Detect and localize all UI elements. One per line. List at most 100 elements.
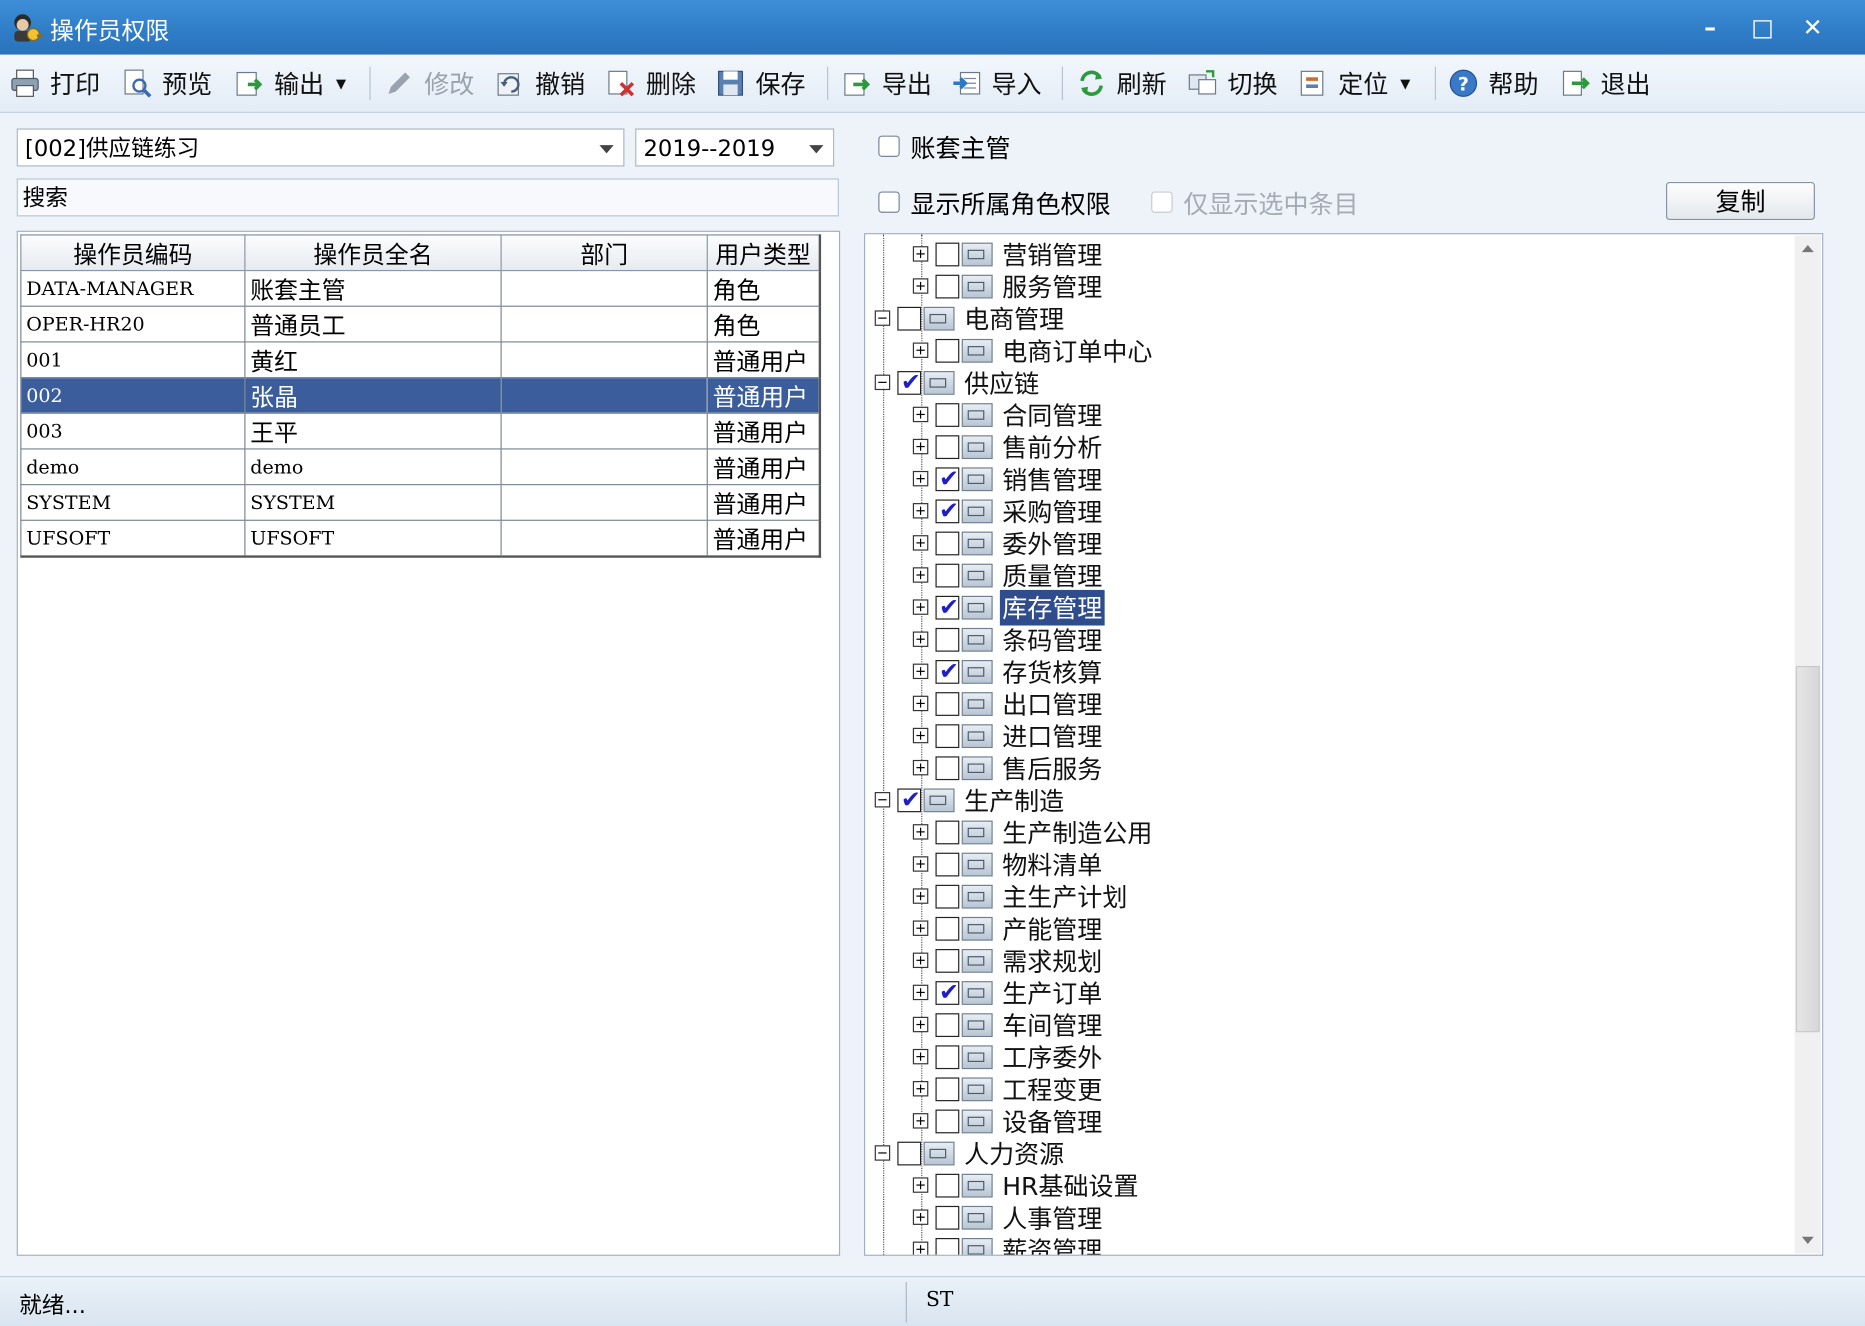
- table-row[interactable]: demo demo 普通用户: [20, 448, 821, 486]
- table-row[interactable]: OPER-HR20 普通员工 角色: [20, 305, 821, 343]
- tree-node-label[interactable]: 生产制造公用: [1000, 814, 1155, 850]
- exit-button[interactable]: 退出: [1560, 64, 1650, 102]
- tree-node-label[interactable]: 生产制造: [962, 782, 1067, 818]
- expand-toggle-icon[interactable]: [912, 1081, 929, 1097]
- tree-node-label[interactable]: 需求规划: [1000, 942, 1105, 978]
- tree-node[interactable]: 需求规划: [912, 942, 1105, 978]
- tree-node-checkbox[interactable]: [935, 1237, 960, 1255]
- tree-node-label[interactable]: HR基础设置: [1000, 1167, 1141, 1203]
- tree-node[interactable]: 服务管理: [912, 270, 1105, 302]
- scroll-down-arrow-icon[interactable]: [1801, 1236, 1814, 1244]
- table-row[interactable]: DATA-MANAGER 账套主管 角色: [20, 269, 821, 307]
- show-role-permissions-checkbox[interactable]: [878, 191, 900, 213]
- tree-node-label[interactable]: 物料清单: [1000, 846, 1105, 882]
- expand-toggle-icon[interactable]: [912, 438, 929, 455]
- tree-node-checkbox[interactable]: [897, 306, 922, 331]
- tree-node-label[interactable]: 存货核算: [1000, 653, 1105, 689]
- tree-node[interactable]: ✔ 销售管理: [912, 463, 1105, 495]
- tree-node-checkbox[interactable]: ✔: [935, 497, 960, 523]
- column-header-code[interactable]: 操作员编码: [20, 234, 246, 272]
- output-dropdown-arrow-icon[interactable]: ▼: [336, 76, 346, 91]
- expand-toggle-icon[interactable]: [912, 1209, 929, 1225]
- save-button[interactable]: 保存: [715, 64, 806, 102]
- tree-node[interactable]: 人事管理: [912, 1199, 1105, 1235]
- tree-node-label[interactable]: 车间管理: [1000, 1007, 1105, 1043]
- tree-node-label[interactable]: 产能管理: [1000, 910, 1105, 946]
- collapse-toggle-icon[interactable]: [874, 792, 891, 808]
- tree-node-checkbox[interactable]: [935, 948, 960, 973]
- tree-node-label[interactable]: 设备管理: [1000, 1103, 1105, 1139]
- tree-node-checkbox[interactable]: [935, 402, 960, 427]
- tree-node[interactable]: 工序委外: [912, 1041, 1105, 1073]
- tree-node[interactable]: 营销管理: [912, 238, 1105, 270]
- tree-node-checkbox[interactable]: [935, 530, 960, 555]
- print-button[interactable]: 打印: [10, 64, 100, 102]
- tree-node-checkbox[interactable]: [935, 723, 960, 748]
- export-button[interactable]: 导出: [841, 64, 932, 102]
- minimize-button[interactable]: –: [1695, 12, 1726, 43]
- tree-node[interactable]: 进口管理: [912, 719, 1105, 751]
- collapse-toggle-icon[interactable]: [874, 374, 891, 391]
- tree-node-checkbox[interactable]: [935, 884, 960, 908]
- expand-toggle-icon[interactable]: [912, 631, 929, 647]
- tree-node-checkbox[interactable]: [935, 691, 960, 716]
- tree-node-label[interactable]: 条码管理: [1000, 621, 1105, 657]
- tree-node[interactable]: 电商订单中心: [912, 334, 1155, 366]
- import-button[interactable]: 导入: [951, 64, 1042, 102]
- chevron-down-icon[interactable]: [809, 145, 824, 154]
- tree-scrollbar[interactable]: [1794, 235, 1821, 1254]
- locate-button[interactable]: 定位 ▼: [1298, 64, 1410, 102]
- modify-button[interactable]: 修改: [384, 64, 474, 102]
- expand-toggle-icon[interactable]: [912, 599, 929, 615]
- tree-node-label[interactable]: 生产订单: [1000, 975, 1105, 1011]
- tree-node[interactable]: 售前分析: [912, 429, 1105, 465]
- tree-node-label[interactable]: 人事管理: [1000, 1199, 1105, 1235]
- column-header-user-type[interactable]: 用户类型: [706, 234, 821, 272]
- tree-node-checkbox[interactable]: [897, 1141, 922, 1165]
- tree-node-checkbox[interactable]: [935, 338, 960, 363]
- locate-dropdown-arrow-icon[interactable]: ▼: [1400, 76, 1410, 91]
- tree-node-label[interactable]: 委外管理: [1000, 525, 1105, 561]
- collapse-toggle-icon[interactable]: [874, 1145, 891, 1161]
- scroll-up-arrow-icon[interactable]: [1801, 244, 1814, 253]
- tree-node-label[interactable]: 主生产计划: [1000, 878, 1130, 914]
- expand-toggle-icon[interactable]: [912, 503, 929, 519]
- expand-toggle-icon[interactable]: [912, 406, 929, 423]
- tree-node-checkbox[interactable]: [935, 434, 960, 459]
- tree-node-checkbox[interactable]: [935, 274, 960, 298]
- expand-toggle-icon[interactable]: [912, 727, 929, 744]
- tree-node-checkbox[interactable]: ✔: [935, 464, 960, 491]
- tree-node-label[interactable]: 售前分析: [1000, 429, 1105, 465]
- column-header-department[interactable]: 部门: [500, 234, 708, 272]
- expand-toggle-icon[interactable]: [912, 888, 929, 904]
- tree-node-label[interactable]: 合同管理: [1000, 397, 1105, 433]
- tree-node[interactable]: 质量管理: [912, 557, 1105, 593]
- tree-node[interactable]: 工程变更: [912, 1073, 1105, 1105]
- tree-node-label[interactable]: 采购管理: [1000, 493, 1105, 529]
- refresh-button[interactable]: 刷新: [1076, 64, 1167, 102]
- expand-toggle-icon[interactable]: [912, 920, 929, 936]
- tree-node-label[interactable]: 质量管理: [1000, 557, 1105, 593]
- tree-node-checkbox[interactable]: ✔: [935, 593, 960, 619]
- tree-node-checkbox[interactable]: ✔: [935, 978, 960, 1005]
- expand-toggle-icon[interactable]: [912, 1241, 929, 1255]
- tree-node-label[interactable]: 电商管理: [962, 300, 1067, 336]
- collapse-toggle-icon[interactable]: [874, 310, 891, 326]
- table-row[interactable]: UFSOFT UFSOFT 普通用户: [20, 519, 821, 558]
- delete-button[interactable]: 删除: [605, 64, 696, 102]
- tree-node[interactable]: ✔ 供应链: [874, 366, 1042, 398]
- tree-node-label[interactable]: 人力资源: [962, 1135, 1067, 1171]
- tree-node-checkbox[interactable]: [935, 242, 960, 266]
- tree-node[interactable]: 出口管理: [912, 687, 1105, 719]
- table-row[interactable]: 001 黄红 普通用户: [20, 341, 821, 379]
- tree-node-label[interactable]: 薪资管理: [1000, 1231, 1105, 1254]
- search-input[interactable]: 搜索: [16, 178, 839, 217]
- table-row[interactable]: 003 王平 普通用户: [20, 412, 821, 450]
- expand-toggle-icon[interactable]: [912, 535, 929, 551]
- expand-toggle-icon[interactable]: [912, 1016, 929, 1033]
- close-button[interactable]: ✕: [1797, 12, 1828, 43]
- tree-node[interactable]: 售后服务: [912, 750, 1105, 786]
- tree-node-label[interactable]: 售后服务: [1000, 750, 1105, 786]
- tree-node[interactable]: ✔ 生产制造: [874, 782, 1067, 818]
- output-button[interactable]: 输出 ▼: [234, 64, 346, 102]
